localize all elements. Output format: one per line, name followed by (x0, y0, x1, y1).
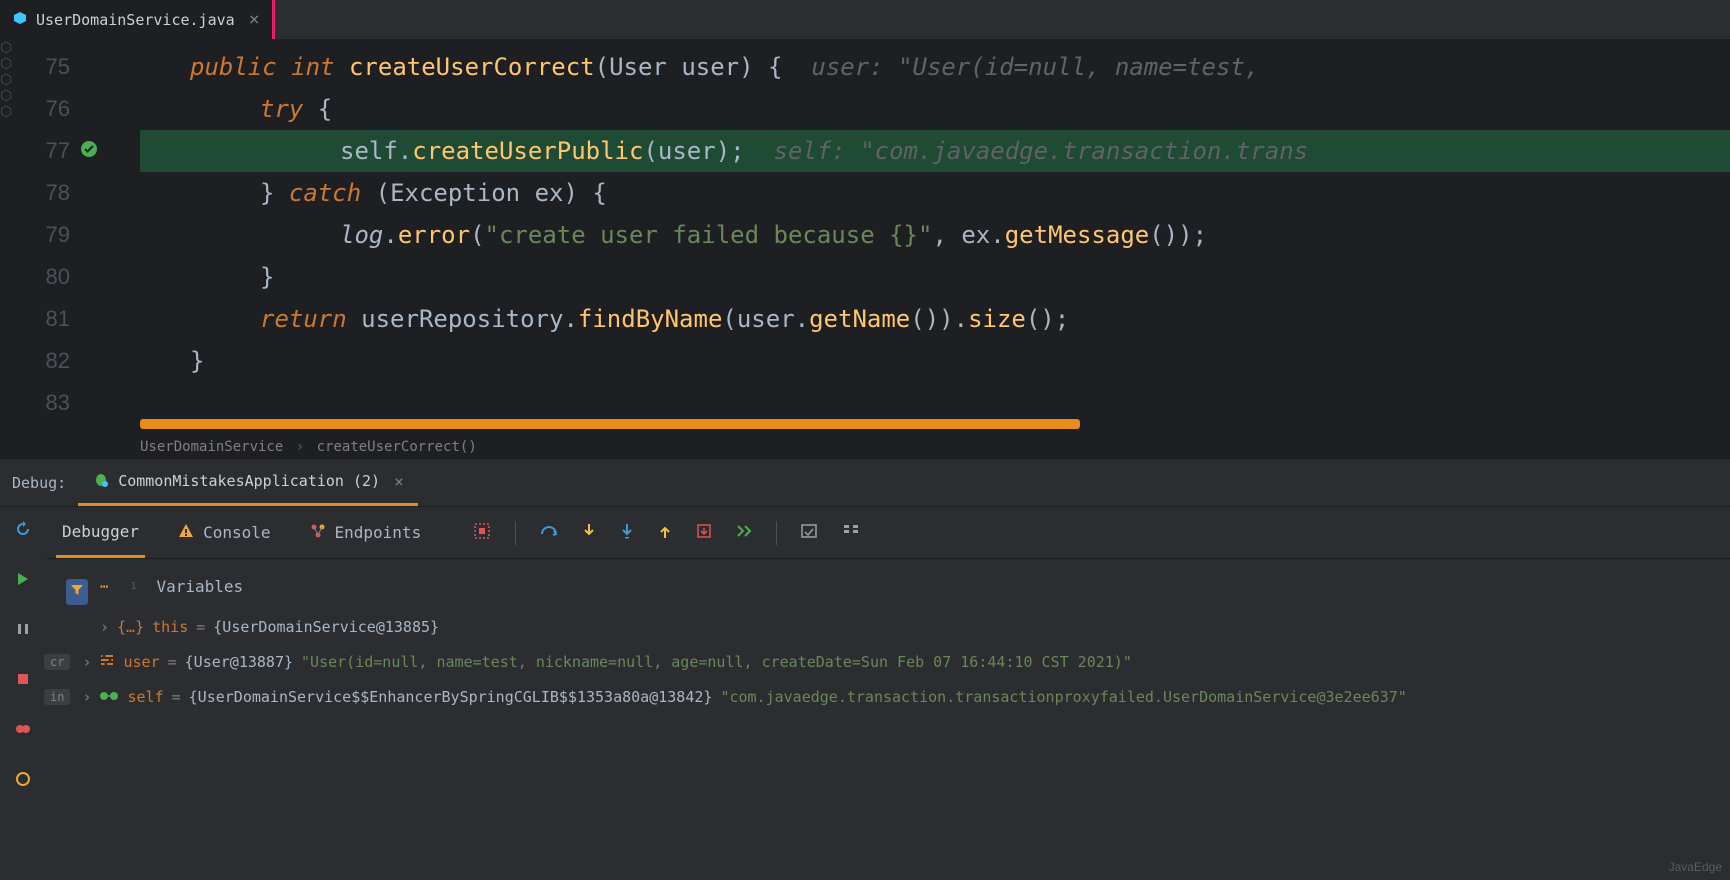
code-line[interactable]: } (140, 340, 1730, 382)
context-badge: in (44, 689, 70, 705)
warning-icon (177, 522, 195, 544)
trace-icon[interactable] (843, 524, 861, 542)
chevron-right-icon[interactable]: › (100, 618, 109, 636)
step-over-icon[interactable] (540, 524, 558, 542)
line-number: 81 (0, 306, 70, 332)
endpoints-icon (309, 522, 327, 544)
gutter: 75 76 77 78 79 80 81 82 83 ⬡ ⬡ ⬡ ⬡ ⬡ (0, 40, 130, 459)
debug-toolbar (0, 507, 46, 880)
line-number: 78 (0, 180, 70, 206)
debugger-tab[interactable]: Debugger (56, 507, 145, 558)
force-step-into-icon[interactable] (620, 522, 634, 544)
variables-header: ⋯ 1 Variables (100, 573, 1730, 610)
line-number: 77 (0, 138, 70, 164)
debug-panel: Debug: CommonMistakesApplication (2) × D… (0, 459, 1730, 880)
horizontal-scrollbar[interactable] (140, 419, 1080, 429)
breadcrumb-class[interactable]: UserDomainService (140, 439, 283, 455)
breadcrumb-method[interactable]: createUserCorrect() (317, 439, 477, 455)
separator (776, 521, 777, 545)
glasses-icon (99, 688, 119, 706)
editor[interactable]: 75 76 77 78 79 80 81 82 83 ⬡ ⬡ ⬡ ⬡ ⬡ pub… (0, 40, 1730, 459)
filter-icon[interactable] (66, 579, 88, 605)
debug-config-tab[interactable]: CommonMistakesApplication (2) × (78, 459, 418, 506)
debug-label: Debug: (0, 474, 78, 492)
console-tab[interactable]: Console (171, 507, 276, 558)
tab-filename: UserDomainService.java (36, 11, 235, 29)
code-line[interactable]: } (140, 256, 1730, 298)
variable-row-user[interactable]: cr › user = {User@13887} "User(id=null, … (44, 644, 1730, 680)
line-number: 80 (0, 264, 70, 290)
more-icon[interactable]: ⋯ (100, 579, 110, 595)
editor-tabs: UserDomainService.java × (0, 0, 1730, 40)
line-number: 83 (0, 390, 70, 416)
line-number: 79 (0, 222, 70, 248)
debug-main: Debugger Console Endpoints (46, 507, 1730, 880)
file-tab[interactable]: UserDomainService.java × (0, 0, 275, 39)
variable-row-this[interactable]: › {…} this = {UserDomainService@13885} (100, 610, 1730, 644)
code-line[interactable]: public int createUserCorrect(User user) … (140, 46, 1730, 88)
code-line[interactable]: log.error("create user failed because {}… (140, 214, 1730, 256)
code-line[interactable]: } catch (Exception ex) { (140, 172, 1730, 214)
close-icon[interactable]: × (394, 472, 404, 491)
object-badge-icon: {…} (117, 618, 144, 636)
debug-header: Debug: CommonMistakesApplication (2) × (0, 459, 1730, 507)
step-into-icon[interactable] (582, 522, 596, 544)
breakpoint-check-icon[interactable] (80, 140, 98, 162)
line-number: 76 (0, 96, 70, 122)
endpoints-tab[interactable]: Endpoints (303, 507, 428, 558)
variables-panel: ⋯ 1 Variables › {…} this = {UserDomainSe… (46, 559, 1730, 714)
run-to-cursor-icon[interactable] (736, 524, 752, 542)
line-number: 75 (0, 54, 70, 80)
breadcrumb-sep-icon: › (296, 439, 304, 455)
tab-close-icon[interactable]: × (249, 9, 260, 30)
line-number: 82 (0, 348, 70, 374)
debug-tabs: Debugger Console Endpoints (46, 507, 1730, 559)
show-execution-point-icon[interactable] (473, 522, 491, 544)
breadcrumb[interactable]: UserDomainService › createUserCorrect() (140, 439, 477, 455)
code-line[interactable]: return userRepository.findByName(user.ge… (140, 298, 1730, 340)
debug-config-name: CommonMistakesApplication (2) (118, 472, 380, 490)
java-class-icon (12, 10, 28, 30)
mute-breakpoints-button[interactable] (11, 767, 35, 791)
view-breakpoints-button[interactable] (11, 717, 35, 741)
evaluate-expression-icon[interactable] (801, 523, 819, 543)
step-out-icon[interactable] (658, 522, 672, 544)
watermark: JavaEdge (1669, 860, 1722, 874)
chevron-right-icon[interactable]: › (82, 688, 91, 706)
drop-frame-icon[interactable] (696, 523, 712, 543)
context-badge: cr (44, 654, 70, 670)
variables-title: Variables (156, 577, 243, 596)
code-line[interactable]: try { (140, 88, 1730, 130)
rerun-button[interactable] (11, 517, 35, 541)
separator (515, 521, 516, 545)
resume-button[interactable] (11, 567, 35, 591)
chevron-right-icon[interactable]: › (82, 653, 91, 671)
bug-icon (92, 470, 110, 492)
variable-row-self[interactable]: in › self = {UserDomainService$$Enhancer… (44, 680, 1730, 714)
stop-button[interactable] (11, 667, 35, 691)
code-line-current[interactable]: self.createUserPublic(user); self: "com.… (140, 130, 1730, 172)
pause-button[interactable] (11, 617, 35, 641)
settings-icon (99, 652, 115, 672)
